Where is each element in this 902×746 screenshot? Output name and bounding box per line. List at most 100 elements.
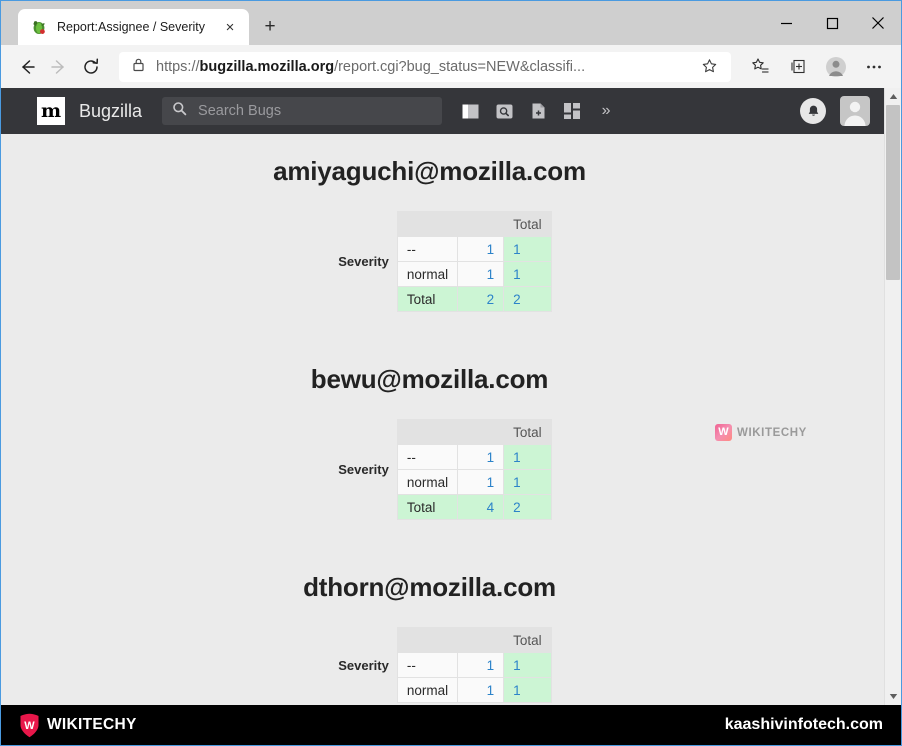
total-total[interactable]: 2	[504, 287, 552, 312]
total-count[interactable]: 2	[458, 287, 504, 312]
address-bar[interactable]: https://bugzilla.mozilla.org/report.cgi?…	[119, 52, 731, 82]
report-content: amiyaguchi@mozilla.com Severity Total --	[1, 134, 884, 703]
report-table-wrap: Severity Total -- 1 1	[1, 419, 884, 520]
new-bug-icon[interactable]	[528, 101, 548, 121]
header-total: Total	[504, 212, 552, 237]
close-icon[interactable]	[855, 1, 901, 45]
header-tools: »	[460, 101, 616, 121]
row-label: normal	[397, 262, 457, 287]
report-heading: dthorn@mozilla.com	[1, 572, 884, 603]
row-label: normal	[397, 678, 457, 703]
table-row: -- 1 1	[397, 445, 551, 470]
wikitechy-shield-icon: W	[19, 713, 40, 738]
dashboard-grid-icon[interactable]	[562, 101, 582, 121]
mozilla-logo[interactable]: m	[37, 97, 65, 125]
collections-icon[interactable]	[781, 50, 815, 84]
row-label: normal	[397, 470, 457, 495]
search-input[interactable]: Search Bugs	[162, 97, 442, 125]
table-row: normal 1 1	[397, 262, 551, 287]
row-total[interactable]: 1	[504, 237, 552, 262]
maximize-icon[interactable]	[809, 1, 855, 45]
row-total[interactable]: 1	[504, 262, 552, 287]
header-blank	[397, 420, 457, 445]
row-label: --	[397, 653, 457, 678]
new-tab-button[interactable]: +	[255, 12, 285, 42]
user-avatar-icon[interactable]	[840, 96, 870, 126]
row-group-label: Severity	[307, 658, 397, 673]
bugzilla-header: m Bugzilla Search Bugs	[1, 88, 884, 134]
tab-title: Report:Assignee / Severity	[57, 20, 219, 34]
report-block: bewu@mozilla.com Severity Total -- 1	[1, 364, 884, 520]
row-group-label: Severity	[307, 254, 397, 269]
row-count[interactable]: 1	[458, 237, 504, 262]
svg-text:W: W	[24, 720, 35, 732]
browser-window: Report:Assignee / Severity × +	[0, 0, 902, 746]
row-label: --	[397, 445, 457, 470]
table-total-row: Total 2 2	[397, 287, 551, 312]
report-heading: amiyaguchi@mozilla.com	[1, 156, 884, 187]
back-arrow-icon[interactable]	[11, 51, 43, 83]
row-total[interactable]: 1	[504, 653, 552, 678]
header-total: Total	[504, 628, 552, 653]
title-bar: Report:Assignee / Severity × +	[1, 1, 901, 45]
search-placeholder: Search Bugs	[198, 103, 281, 119]
report-table-wrap: Severity Total -- 1 1	[1, 211, 884, 312]
total-count[interactable]: 4	[458, 495, 504, 520]
report-table: Total -- 1 1 normal 1 1	[397, 419, 552, 520]
report-table-wrap: Severity Total -- 1 1	[1, 627, 884, 703]
table-row: -- 1 1	[397, 237, 551, 262]
header-blank	[397, 212, 457, 237]
row-count[interactable]: 1	[458, 262, 504, 287]
row-group-label: Severity	[307, 462, 397, 477]
page-viewport: m Bugzilla Search Bugs	[1, 88, 901, 705]
row-count[interactable]: 1	[458, 445, 504, 470]
scrollbar-track[interactable]	[885, 105, 902, 688]
site-title: Bugzilla	[79, 101, 142, 122]
more-chevron-icon[interactable]: »	[596, 101, 616, 121]
lock-icon	[131, 57, 146, 77]
header-blank	[397, 628, 457, 653]
reload-icon[interactable]	[75, 51, 107, 83]
table-header-row: Total	[397, 628, 551, 653]
row-count[interactable]: 1	[458, 678, 504, 703]
table-header-row: Total	[397, 212, 551, 237]
minimize-icon[interactable]	[763, 1, 809, 45]
search-icon	[172, 101, 187, 121]
bugzilla-bug-icon	[30, 18, 48, 36]
scroll-down-arrow-icon[interactable]	[885, 688, 902, 705]
tab-close-icon[interactable]: ×	[219, 16, 241, 38]
total-label: Total	[397, 287, 457, 312]
row-total[interactable]: 1	[504, 470, 552, 495]
browser-tab[interactable]: Report:Assignee / Severity ×	[18, 9, 249, 45]
row-count[interactable]: 1	[458, 653, 504, 678]
report-heading: bewu@mozilla.com	[1, 364, 884, 395]
forward-arrow-icon	[43, 51, 75, 83]
more-settings-icon[interactable]	[857, 50, 891, 84]
table-total-row: Total 4 2	[397, 495, 551, 520]
profile-icon[interactable]	[819, 50, 853, 84]
quick-search-icon[interactable]	[494, 101, 514, 121]
report-table: Total -- 1 1 normal 1 1	[397, 211, 552, 312]
scrollbar-thumb[interactable]	[886, 105, 900, 280]
navigation-toolbar: https://bugzilla.mozilla.org/report.cgi?…	[1, 45, 901, 88]
total-total[interactable]: 2	[504, 495, 552, 520]
web-page: m Bugzilla Search Bugs	[1, 88, 884, 705]
row-label: --	[397, 237, 457, 262]
header-total: Total	[504, 420, 552, 445]
favorites-list-icon[interactable]	[743, 50, 777, 84]
page-scrollbar[interactable]	[884, 88, 901, 705]
row-total[interactable]: 1	[504, 678, 552, 703]
url-text: https://bugzilla.mozilla.org/report.cgi?…	[156, 59, 695, 75]
bell-icon[interactable]	[800, 98, 826, 124]
row-count[interactable]: 1	[458, 470, 504, 495]
sidebar-panel-icon[interactable]	[460, 101, 480, 121]
scroll-up-arrow-icon[interactable]	[885, 88, 902, 105]
header-blank-2	[458, 420, 504, 445]
table-row: normal 1 1	[397, 678, 551, 703]
favorite-star-icon[interactable]	[695, 53, 723, 81]
row-total[interactable]: 1	[504, 445, 552, 470]
footer-brand: WIKITECHY	[47, 716, 137, 734]
window-controls	[763, 1, 901, 45]
url-domain: bugzilla.mozilla.org	[200, 59, 335, 75]
table-header-row: Total	[397, 420, 551, 445]
